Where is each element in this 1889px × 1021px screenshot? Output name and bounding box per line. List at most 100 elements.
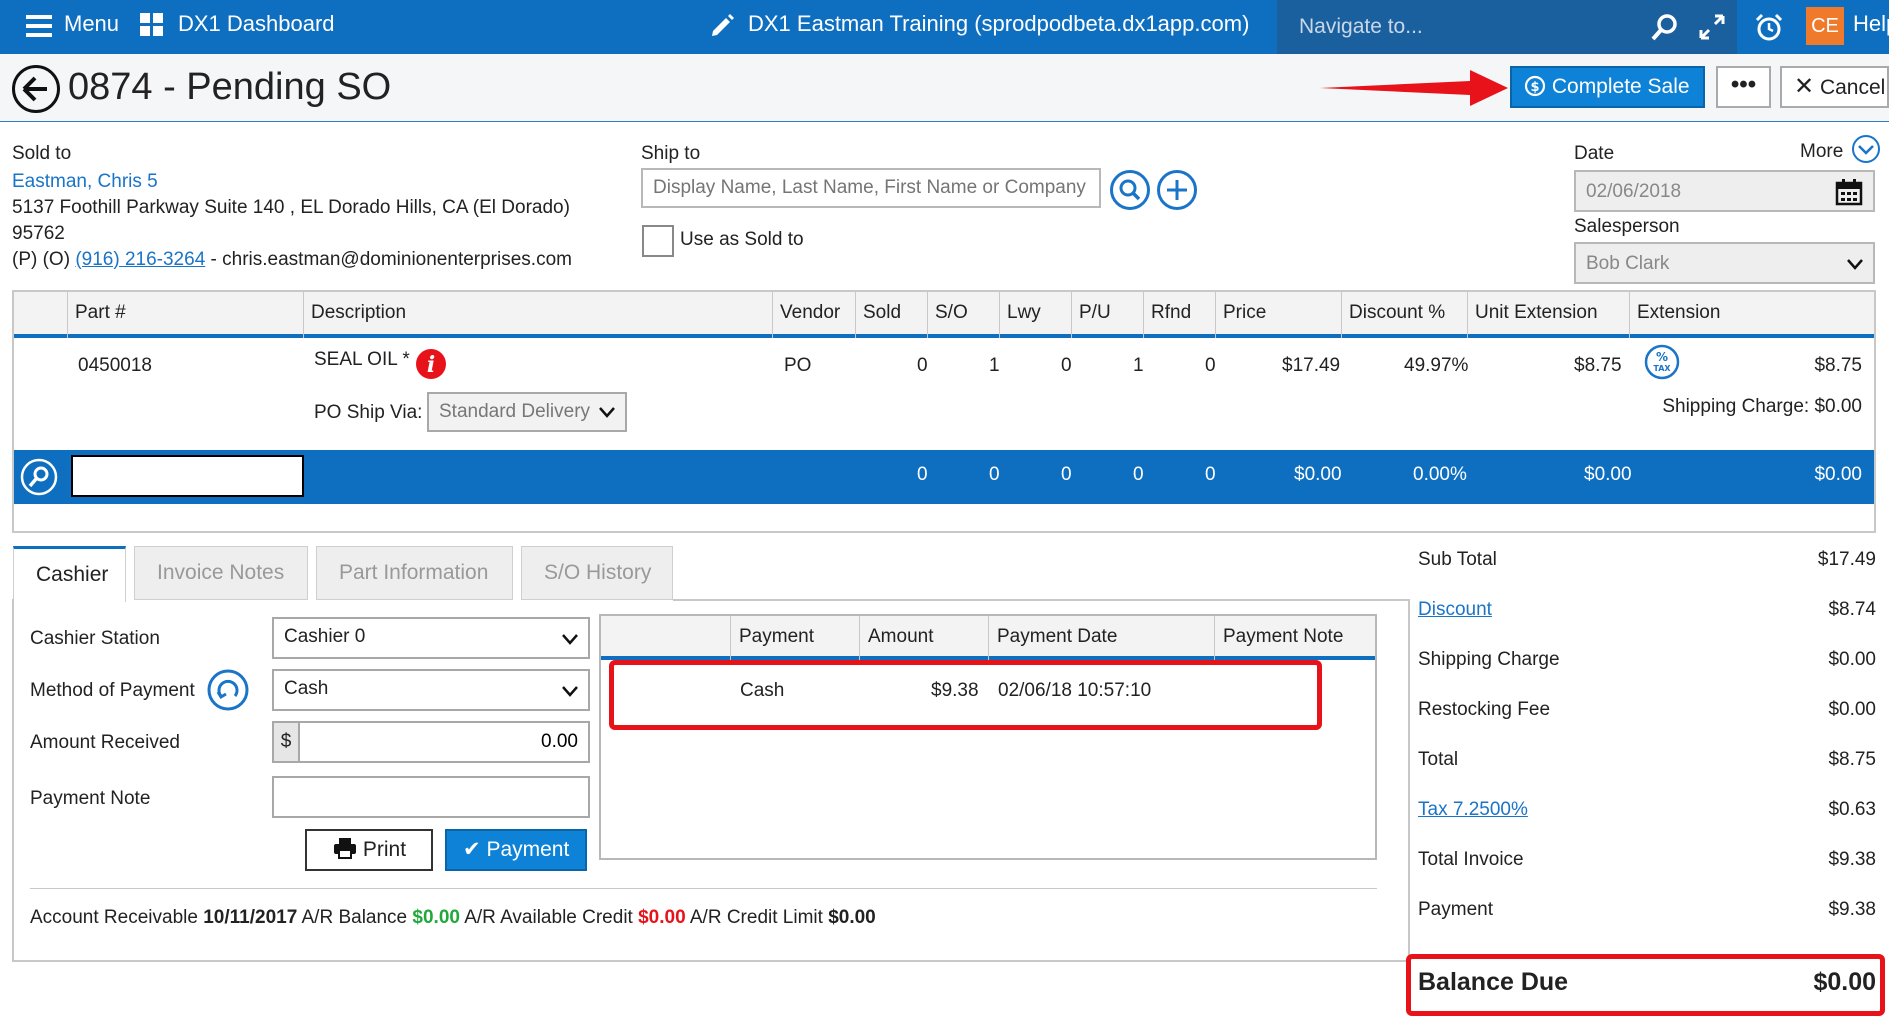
- method-of-payment-select[interactable]: Cash: [272, 669, 590, 711]
- dollar-circle-icon: $: [1524, 75, 1546, 97]
- cell-sold: 0: [917, 355, 928, 376]
- ar-available-label: A/R Available Credit: [464, 907, 633, 928]
- header-sold[interactable]: Sold: [855, 292, 927, 338]
- navigate-input[interactable]: [1299, 10, 1599, 44]
- date-value: 02/06/2018: [1586, 181, 1682, 202]
- dashboard-link[interactable]: DX1 Dashboard: [178, 11, 335, 37]
- sub-total-label: Sub Total: [1418, 549, 1497, 570]
- total-rfnd: 0: [1205, 464, 1216, 485]
- parts-table-header: Part # Description Vendor Sold S/O Lwy P…: [14, 292, 1874, 338]
- menu-label[interactable]: Menu: [64, 11, 119, 37]
- search-icon: [1119, 179, 1141, 201]
- total-invoice-label: Total Invoice: [1418, 849, 1524, 870]
- svg-text:%: %: [1656, 350, 1668, 364]
- check-icon: ✔: [463, 838, 481, 861]
- top-bar: Menu DX1 Dashboard DX1 Eastman Training …: [0, 0, 1889, 54]
- payment-note-input[interactable]: [272, 776, 590, 818]
- payments-grid-header: Payment Amount Payment Date Payment Note: [601, 616, 1375, 660]
- header-pu[interactable]: P/U: [1071, 292, 1143, 338]
- payment-button[interactable]: ✔ Payment: [445, 829, 587, 871]
- total-label: Total: [1418, 749, 1459, 770]
- header-so[interactable]: S/O: [927, 292, 999, 338]
- fullscreen-icon[interactable]: [1697, 12, 1727, 42]
- total-discount: 0.00%: [1413, 464, 1467, 485]
- header-price[interactable]: Price: [1215, 292, 1341, 338]
- restocking-fee-value: $0.00: [1828, 699, 1876, 720]
- more-label[interactable]: More: [1800, 141, 1843, 163]
- header-payment[interactable]: Payment: [730, 616, 859, 660]
- phone-link[interactable]: (916) 216-3264: [75, 249, 205, 270]
- tab-invoice-notes[interactable]: Invoice Notes: [134, 546, 308, 600]
- total-lwy: 0: [1061, 464, 1072, 485]
- tax-link[interactable]: Tax 7.2500%: [1418, 799, 1528, 821]
- refresh-icon[interactable]: [207, 669, 249, 711]
- header-amount[interactable]: Amount: [859, 616, 988, 660]
- cancel-button[interactable]: ✕ Cancel: [1780, 66, 1889, 108]
- header-lwy[interactable]: Lwy: [999, 292, 1071, 338]
- ar-balance-label: A/R Balance: [301, 907, 408, 928]
- more-actions-button[interactable]: •••: [1716, 66, 1771, 108]
- cashier-station-select[interactable]: Cashier 0: [272, 617, 590, 659]
- printer-icon: [334, 838, 356, 859]
- help-link[interactable]: Help: [1853, 11, 1889, 37]
- add-ship-to-button[interactable]: [1157, 170, 1197, 210]
- calendar-icon[interactable]: [1835, 178, 1863, 206]
- phone-prefix: (P) (O): [12, 249, 71, 270]
- shipping-charge-text: Shipping Charge: $0.00: [1662, 396, 1862, 417]
- hamburger-icon[interactable]: [26, 14, 52, 38]
- chevron-down-icon: [599, 407, 615, 418]
- cell-lwy: 0: [1061, 355, 1072, 376]
- ship-to-search-input[interactable]: [641, 168, 1101, 208]
- header-extension[interactable]: Extension: [1629, 292, 1874, 338]
- ar-date: 10/11/2017: [203, 907, 298, 928]
- cell-unit-extension: $8.75: [1574, 355, 1622, 376]
- ship-to-search-button[interactable]: [1110, 170, 1150, 210]
- tab-so-history[interactable]: S/O History: [521, 546, 673, 600]
- customer-name-link[interactable]: Eastman, Chris 5: [12, 171, 158, 193]
- use-as-sold-to-checkbox[interactable]: [642, 225, 674, 257]
- salesperson-select[interactable]: Bob Clark: [1574, 242, 1875, 284]
- back-button[interactable]: [12, 65, 60, 113]
- print-label: Print: [362, 838, 407, 861]
- amount-received-group: $: [272, 721, 590, 763]
- complete-sale-button[interactable]: $ Complete Sale: [1510, 66, 1705, 108]
- header-description[interactable]: Description: [303, 292, 762, 338]
- header-discount[interactable]: Discount %: [1341, 292, 1467, 338]
- cell-part: 0450018: [78, 355, 152, 376]
- search-icon[interactable]: [1650, 12, 1680, 42]
- svg-text:TAX: TAX: [1653, 364, 1671, 373]
- cashier-station-label: Cashier Station: [30, 628, 160, 649]
- tab-cashier[interactable]: Cashier: [13, 546, 126, 602]
- header-vendor[interactable]: Vendor: [772, 292, 855, 338]
- ar-label: Account Receivable: [30, 907, 198, 928]
- user-avatar[interactable]: CE: [1806, 7, 1844, 45]
- search-icon[interactable]: [20, 458, 58, 496]
- header-payment-date[interactable]: Payment Date: [988, 616, 1214, 660]
- info-icon[interactable]: i: [415, 348, 447, 380]
- tax-icon[interactable]: % TAX: [1644, 344, 1680, 380]
- header-rfnd[interactable]: Rfnd: [1143, 292, 1215, 338]
- customer-contact: (P) (O) (916) 216-3264 - chris.eastman@d…: [12, 249, 572, 271]
- ar-limit-value: $0.00: [828, 907, 876, 928]
- dashboard-grid-icon[interactable]: [140, 13, 164, 37]
- cell-vendor: PO: [784, 355, 812, 376]
- pencil-icon[interactable]: [710, 12, 736, 38]
- header-part[interactable]: Part #: [67, 292, 303, 338]
- discount-value: $8.74: [1828, 599, 1876, 620]
- amount-received-input[interactable]: [302, 723, 588, 761]
- header-payment-note[interactable]: Payment Note: [1214, 616, 1375, 660]
- part-entry-input[interactable]: [71, 455, 304, 497]
- print-button[interactable]: Print: [305, 829, 433, 871]
- tab-part-information[interactable]: Part Information: [316, 546, 513, 600]
- header-unit-extension[interactable]: Unit Extension: [1467, 292, 1629, 338]
- ar-limit-label: A/R Credit Limit: [689, 907, 823, 928]
- close-icon: ✕: [1794, 73, 1815, 100]
- ship-via-select[interactable]: Standard Delivery: [427, 392, 627, 432]
- date-field[interactable]: 02/06/2018: [1574, 170, 1875, 212]
- svg-text:$: $: [1530, 80, 1539, 95]
- use-as-sold-to-label: Use as Sold to: [680, 229, 804, 250]
- discount-link[interactable]: Discount: [1418, 599, 1492, 621]
- alarm-clock-icon[interactable]: [1754, 12, 1784, 42]
- navigate-box: [1277, 0, 1737, 54]
- chevron-down-circle-icon[interactable]: [1851, 134, 1881, 164]
